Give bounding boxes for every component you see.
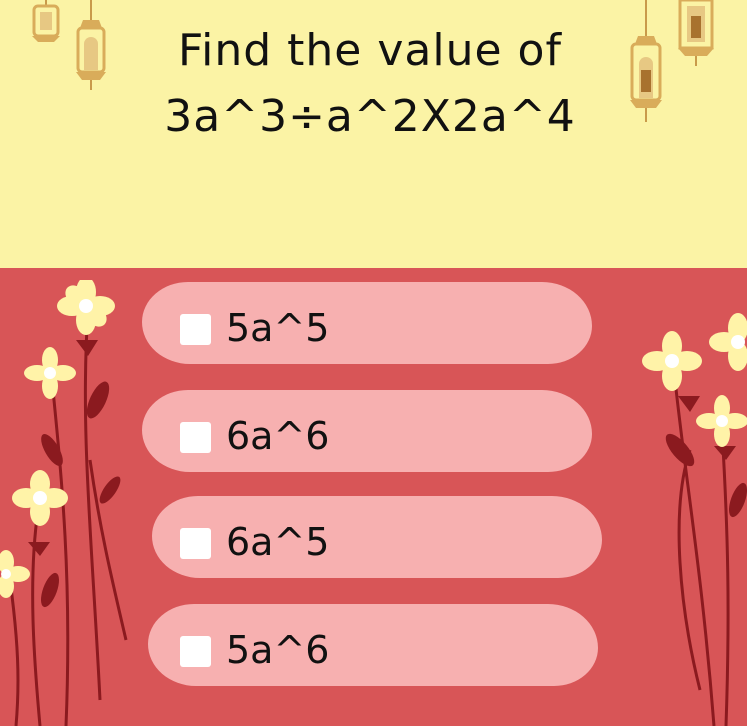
answer-label-1: 5a^5 — [226, 306, 330, 350]
answer-label-2: 6a^6 — [226, 414, 330, 458]
answer-option-1[interactable]: 5a^5 — [142, 282, 592, 364]
flower-icon — [696, 395, 747, 447]
question-line-2: 3a^3÷a^2X2a^4 — [164, 91, 576, 142]
flower-icon — [57, 280, 115, 335]
answer-checkbox-3[interactable] — [180, 528, 211, 559]
lantern-icon — [32, 0, 60, 42]
flower-decoration-left — [0, 280, 128, 726]
answer-option-2[interactable]: 6a^6 — [142, 390, 592, 472]
flower-icon — [642, 331, 702, 391]
answer-checkbox-1[interactable] — [180, 314, 211, 345]
answer-option-3[interactable]: 6a^5 — [152, 496, 602, 578]
answer-label-4: 5a^6 — [226, 628, 330, 672]
answer-checkbox-4[interactable] — [180, 636, 211, 667]
question-line-1: Find the value of — [178, 25, 562, 76]
answer-option-4[interactable]: 5a^6 — [148, 604, 598, 686]
flower-decoration-right — [642, 313, 747, 726]
lantern-icon — [678, 0, 714, 66]
flower-icon — [24, 347, 76, 399]
answer-label-3: 6a^5 — [226, 520, 330, 564]
flower-icon — [0, 550, 30, 598]
question-text: Find the value of 3a^3÷a^2X2a^4 — [100, 18, 640, 150]
flower-icon — [709, 313, 747, 371]
answer-checkbox-2[interactable] — [180, 422, 211, 453]
